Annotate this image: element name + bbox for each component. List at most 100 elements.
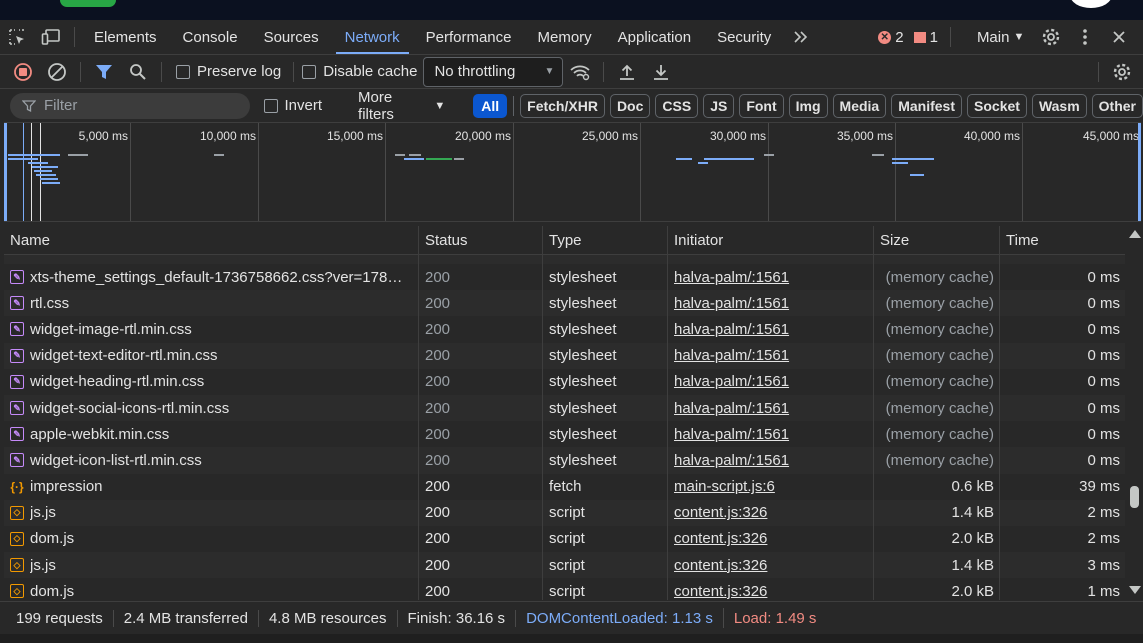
type-filter-other[interactable]: Other (1091, 93, 1143, 118)
column-header-type[interactable]: Type (543, 226, 668, 255)
throttling-select[interactable]: No throttling ▼ (423, 56, 564, 87)
timeline-request-bar (764, 154, 774, 156)
more-options-icon[interactable] (1068, 20, 1102, 54)
table-row-partial[interactable] (4, 255, 1125, 264)
issues-counter[interactable]: ✕ 2 1 (878, 29, 938, 46)
table-row[interactable]: ✎ widget-image-rtl.min.css 200 stylesheet ha… (4, 316, 1125, 343)
tab-elements[interactable]: Elements (81, 20, 170, 54)
timeline-range-handle-right[interactable] (1138, 123, 1141, 221)
clear-log-icon[interactable] (40, 56, 74, 88)
cell-status: 200 (419, 316, 543, 343)
import-har-icon[interactable] (610, 56, 644, 88)
context-selector[interactable]: Main ▼ (967, 29, 1034, 46)
tab-application[interactable]: Application (605, 20, 704, 54)
table-row[interactable]: ◇ dom.js 200 script content.js:326 2.0 kB 2 ms (4, 525, 1125, 553)
network-settings-gear-icon[interactable] (1105, 56, 1139, 88)
table-row[interactable]: ✎ rtl.css 200 stylesheet halva-palm/:1561 (me… (4, 290, 1125, 317)
initiator-link[interactable]: content.js:326 (674, 583, 767, 600)
table-scrollbar[interactable] (1126, 226, 1143, 600)
tab-sources[interactable]: Sources (251, 20, 332, 54)
initiator-link[interactable]: halva-palm/:1561 (674, 426, 789, 443)
type-filter-doc[interactable]: Doc (609, 93, 651, 118)
column-header-name[interactable]: Name (4, 226, 419, 255)
type-filter-img[interactable]: Img (788, 93, 828, 118)
checkbox-box (302, 64, 317, 79)
filter-funnel-icon[interactable] (87, 56, 121, 88)
initiator-link[interactable]: content.js:326 (674, 557, 767, 574)
initiator-link[interactable]: content.js:326 (674, 530, 767, 547)
table-row[interactable]: ✎ widget-icon-list-rtl.min.css 200 styleshe… (4, 447, 1125, 474)
initiator-link[interactable]: halva-palm/:1561 (674, 452, 789, 469)
timeline-gridline (513, 123, 514, 221)
more-tabs-icon[interactable] (784, 30, 818, 44)
search-icon[interactable] (121, 56, 155, 88)
initiator-link[interactable]: main-script.js:6 (674, 478, 775, 495)
error-count: 2 (895, 28, 904, 46)
type-filter-all[interactable]: All (473, 93, 508, 118)
invert-checkbox[interactable]: Invert (263, 97, 322, 114)
column-header-size[interactable]: Size (874, 226, 1000, 255)
table-row[interactable]: {·} impression 200 fetch main-script.js:6 0.6… (4, 473, 1125, 500)
timeline-gridline (895, 123, 896, 221)
tab-network[interactable]: Network (332, 20, 413, 54)
initiator-link[interactable]: content.js:326 (674, 504, 767, 521)
export-har-icon[interactable] (644, 56, 678, 88)
inspect-element-icon[interactable] (0, 20, 34, 54)
timeline-tick-label: 35,000 ms (836, 129, 893, 143)
type-filter-manifest[interactable]: Manifest (891, 93, 963, 118)
cell-type: stylesheet (543, 316, 668, 343)
column-header-status[interactable]: Status (419, 226, 543, 255)
type-filter-wasm[interactable]: Wasm (1031, 93, 1087, 118)
type-filter-css[interactable]: CSS (655, 93, 699, 118)
request-name: widget-image-rtl.min.css (30, 320, 192, 338)
tab-security[interactable]: Security (704, 20, 784, 54)
timeline-request-bar (704, 158, 754, 160)
initiator-link[interactable]: halva-palm/:1561 (674, 321, 789, 338)
summary-resources: 4.8 MB resources (259, 609, 398, 627)
network-conditions-icon[interactable] (563, 56, 597, 88)
type-filter-socket[interactable]: Socket (967, 93, 1027, 118)
type-filter-media[interactable]: Media (832, 93, 887, 118)
cell-name: ✎ xts-theme_settings_default-1736758662.c… (4, 264, 419, 291)
scroll-down-icon[interactable] (1129, 586, 1141, 594)
initiator-link[interactable]: halva-palm/:1561 (674, 347, 789, 364)
table-row[interactable]: ✎ widget-social-icons-rtl.min.css 200 style… (4, 394, 1125, 422)
scrollbar-thumb[interactable] (1130, 486, 1139, 508)
more-filters-dropdown[interactable]: More filters ▼ (358, 89, 445, 123)
cell-size: (memory cache) (874, 394, 1000, 422)
page-white-element (1070, 0, 1112, 8)
cell-status: 200 (419, 578, 543, 600)
initiator-link[interactable]: halva-palm/:1561 (674, 269, 789, 286)
cell-initiator: content.js:326 (668, 578, 874, 600)
tab-console[interactable]: Console (170, 20, 251, 54)
table-row[interactable]: ✎ widget-heading-rtl.min.css 200 stylesheet… (4, 368, 1125, 395)
column-header-initiator[interactable]: Initiator (668, 226, 874, 255)
table-row[interactable]: ✎ xts-theme_settings_default-1736758662.c… (4, 264, 1125, 291)
network-overview-timeline[interactable]: 5,000 ms 10,000 ms 15,000 ms 20,000 ms 2… (4, 122, 1141, 222)
table-row[interactable]: ◇ js.js 200 script content.js:326 1.4 kB 3 ms (4, 552, 1125, 579)
column-header-time[interactable]: Time (1000, 226, 1125, 255)
type-filter-fetch-xhr[interactable]: Fetch/XHR (520, 93, 605, 118)
table-row[interactable]: ✎ widget-text-editor-rtl.min.css 200 styles… (4, 342, 1125, 369)
preserve-log-checkbox[interactable]: Preserve log (176, 63, 281, 80)
record-stop-icon[interactable] (6, 56, 40, 88)
initiator-link[interactable]: halva-palm/:1561 (674, 295, 789, 312)
tab-performance[interactable]: Performance (413, 20, 525, 54)
table-row[interactable]: ◇ js.js 200 script content.js:326 1.4 kB 2 ms (4, 499, 1125, 526)
type-filter-js[interactable]: JS (703, 93, 735, 118)
initiator-link[interactable]: halva-palm/:1561 (674, 400, 789, 417)
table-row[interactable]: ✎ apple-webkit.min.css 200 stylesheet halva-… (4, 421, 1125, 448)
filter-placeholder: Filter (44, 97, 78, 114)
table-row[interactable]: ◇ dom.js 200 script content.js:326 2.0 kB 1 ms (4, 578, 1125, 600)
type-filter-font[interactable]: Font (739, 93, 784, 118)
timeline-request-bar (426, 158, 452, 160)
disable-cache-checkbox[interactable]: Disable cache (302, 63, 417, 80)
initiator-link[interactable]: halva-palm/:1561 (674, 373, 789, 390)
scroll-up-icon[interactable] (1129, 230, 1141, 238)
settings-gear-icon[interactable] (1034, 20, 1068, 54)
filter-input[interactable]: Filter (10, 92, 250, 119)
timeline-range-handle-left[interactable] (4, 123, 7, 221)
close-devtools-icon[interactable] (1102, 20, 1136, 54)
device-toolbar-icon[interactable] (34, 20, 68, 54)
tab-memory[interactable]: Memory (525, 20, 605, 54)
